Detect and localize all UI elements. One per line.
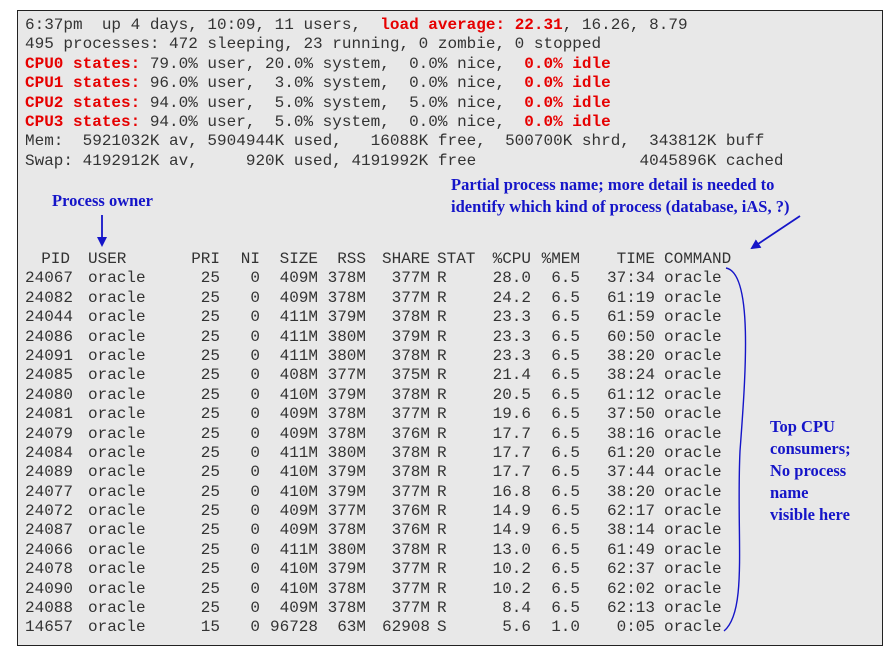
- arrow-diagonal-icon: [750, 215, 801, 250]
- annotation-arrows: [97, 215, 801, 632]
- terminal-frame: 6:37pm up 4 days, 10:09, 11 users, load …: [17, 10, 883, 646]
- brace-curve-icon: [723, 267, 747, 632]
